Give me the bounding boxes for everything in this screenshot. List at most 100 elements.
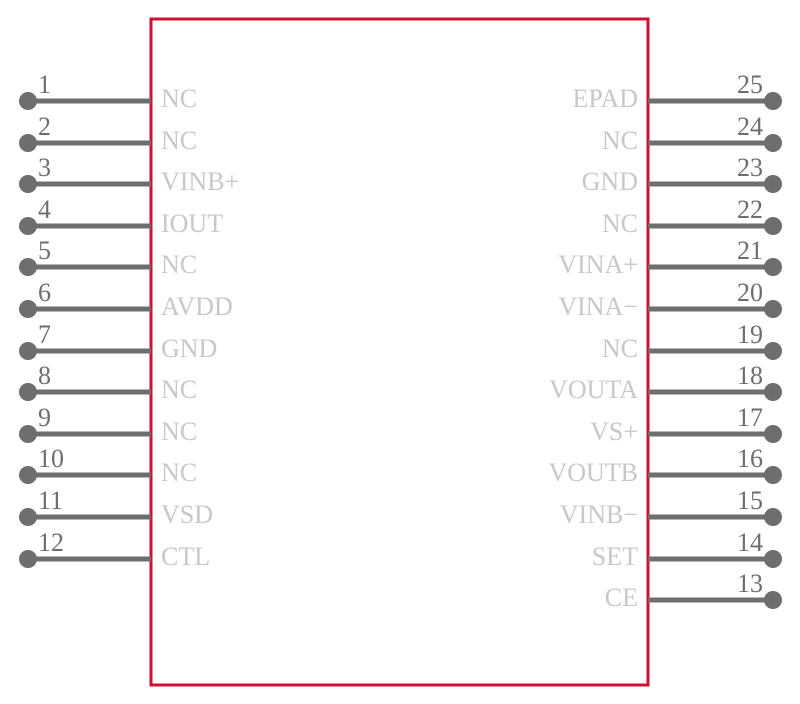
pin-number-text: 6 xyxy=(38,278,51,307)
pin-terminal-dot[interactable] xyxy=(764,92,782,110)
pin-11[interactable]: 11 VSD xyxy=(19,486,213,529)
pin-terminal-dot[interactable] xyxy=(19,300,37,318)
pin-19[interactable]: 19 NC xyxy=(602,320,782,363)
pin-label-text: VSD xyxy=(161,500,213,529)
pin-number-text: 23 xyxy=(737,153,763,182)
pin-20[interactable]: 20 VINA− xyxy=(558,278,782,321)
pin-label-text: GND xyxy=(582,167,638,196)
pin-terminal-dot[interactable] xyxy=(19,550,37,568)
pin-18[interactable]: 18 VOUTA xyxy=(549,361,782,404)
pin-terminal-dot[interactable] xyxy=(19,175,37,193)
pin-25[interactable]: 25 EPAD xyxy=(572,70,782,113)
pin-terminal-dot[interactable] xyxy=(19,217,37,235)
pin-17[interactable]: 17 VS+ xyxy=(590,403,782,446)
pin-label-text: CE xyxy=(605,583,638,612)
pin-terminal-dot[interactable] xyxy=(19,466,37,484)
pin-terminal-dot[interactable] xyxy=(19,508,37,526)
pin-number-text: 9 xyxy=(38,403,51,432)
pin-label-text: IOUT xyxy=(161,209,223,238)
pin-number-text: 21 xyxy=(737,236,763,265)
pin-14[interactable]: 14 SET xyxy=(592,528,782,571)
pin-label-text: NC xyxy=(161,84,197,113)
pin-number-text: 10 xyxy=(38,444,64,473)
pin-terminal-dot[interactable] xyxy=(764,300,782,318)
pin-23[interactable]: 23 GND xyxy=(582,153,782,196)
pin-5[interactable]: 5 NC xyxy=(19,236,197,279)
pin-12[interactable]: 12 CTL xyxy=(19,528,210,571)
pin-22[interactable]: 22 NC xyxy=(602,195,782,238)
pin-number-text: 5 xyxy=(38,236,51,265)
pin-number-text: 16 xyxy=(737,444,763,473)
pin-label-text: VINA+ xyxy=(558,250,638,279)
pin-label-text: NC xyxy=(161,126,197,155)
pin-10[interactable]: 10 NC xyxy=(19,444,197,487)
pin-label-text: NC xyxy=(602,126,638,155)
pin-13[interactable]: 13 CE xyxy=(605,569,782,612)
pin-label-text: VS+ xyxy=(590,417,638,446)
pin-terminal-dot[interactable] xyxy=(764,217,782,235)
pin-8[interactable]: 8 NC xyxy=(19,361,197,404)
pin-number-text: 17 xyxy=(737,403,763,432)
pin-label-text: CTL xyxy=(161,542,210,571)
pin-label-text: NC xyxy=(602,334,638,363)
pin-terminal-dot[interactable] xyxy=(764,383,782,401)
pin-6[interactable]: 6 AVDD xyxy=(19,278,233,321)
left-pin-group: 1 NC2 NC3 VINB+4 IOUT5 NC6 AVDD7 GND8 NC9 NC10 NC1… xyxy=(19,70,239,571)
pin-number-text: 25 xyxy=(737,70,763,99)
pin-terminal-dot[interactable] xyxy=(764,425,782,443)
pin-terminal-dot[interactable] xyxy=(19,425,37,443)
pin-label-text: AVDD xyxy=(161,292,233,321)
pin-number-text: 20 xyxy=(737,278,763,307)
pin-terminal-dot[interactable] xyxy=(19,258,37,276)
schematic-symbol-svg: 1 NC2 NC3 VINB+4 IOUT5 NC6 AVDD7 GND8 NC9 NC10 NC1… xyxy=(19,17,782,687)
pin-number-text: 8 xyxy=(38,361,51,390)
pin-number-text: 4 xyxy=(38,195,51,224)
pin-terminal-dot[interactable] xyxy=(19,383,37,401)
pin-label-text: EPAD xyxy=(572,84,638,113)
pin-label-text: VINA− xyxy=(558,292,638,321)
pin-terminal-dot[interactable] xyxy=(764,591,782,609)
pin-terminal-dot[interactable] xyxy=(764,550,782,568)
pin-label-text: VOUTB xyxy=(548,458,638,487)
pin-number-text: 1 xyxy=(38,70,51,99)
pin-label-text: NC xyxy=(161,250,197,279)
pin-terminal-dot[interactable] xyxy=(764,466,782,484)
pin-terminal-dot[interactable] xyxy=(764,508,782,526)
pin-terminal-dot[interactable] xyxy=(764,134,782,152)
pin-21[interactable]: 21 VINA+ xyxy=(558,236,782,279)
pin-1[interactable]: 1 NC xyxy=(19,70,197,113)
pin-number-text: 2 xyxy=(38,112,51,141)
pin-24[interactable]: 24 NC xyxy=(602,112,782,155)
pin-label-text: NC xyxy=(161,375,197,404)
pin-number-text: 11 xyxy=(38,486,63,515)
pin-number-text: 15 xyxy=(737,486,763,515)
pin-label-text: NC xyxy=(602,209,638,238)
pin-terminal-dot[interactable] xyxy=(19,92,37,110)
pin-label-text: NC xyxy=(161,458,197,487)
pin-3[interactable]: 3 VINB+ xyxy=(19,153,239,196)
pin-number-text: 13 xyxy=(737,569,763,598)
pin-terminal-dot[interactable] xyxy=(764,175,782,193)
component-body-outline xyxy=(149,17,650,687)
pin-terminal-dot[interactable] xyxy=(764,258,782,276)
pin-label-text: GND xyxy=(161,334,217,363)
pin-15[interactable]: 15 VINB− xyxy=(560,486,782,529)
pin-4[interactable]: 4 IOUT xyxy=(19,195,223,238)
pin-number-text: 14 xyxy=(737,528,763,557)
pin-9[interactable]: 9 NC xyxy=(19,403,197,446)
pin-terminal-dot[interactable] xyxy=(19,134,37,152)
pin-7[interactable]: 7 GND xyxy=(19,320,217,363)
pin-number-text: 22 xyxy=(737,195,763,224)
pin-number-text: 24 xyxy=(737,112,763,141)
schematic-symbol-canvas: 1 NC 2 NC 3 VINB+ 4 IOUT 5 NC 6 AVDD 7 GND 8 NC 9 NC 10 NC 1… xyxy=(0,0,800,704)
pin-terminal-dot[interactable] xyxy=(764,342,782,360)
pin-terminal-dot[interactable] xyxy=(19,342,37,360)
pin-number-text: 7 xyxy=(38,320,51,349)
pin-2[interactable]: 2 NC xyxy=(19,112,197,155)
pin-label-text: NC xyxy=(161,417,197,446)
pin-number-text: 18 xyxy=(737,361,763,390)
pin-label-text: SET xyxy=(592,542,638,571)
pin-label-text: VOUTA xyxy=(549,375,638,404)
pin-label-text: VINB− xyxy=(560,500,638,529)
pin-16[interactable]: 16 VOUTB xyxy=(548,444,782,487)
